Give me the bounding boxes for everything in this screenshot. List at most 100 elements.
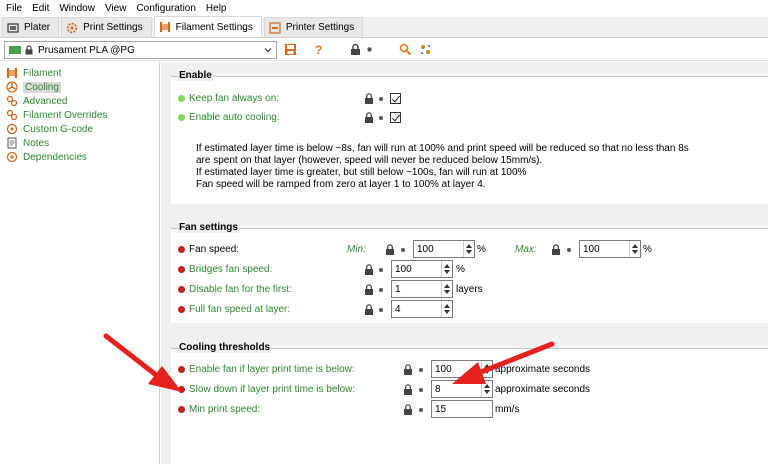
lock-icon[interactable] xyxy=(364,93,374,104)
search-icon[interactable] xyxy=(399,43,412,56)
bullet-icon[interactable] xyxy=(363,43,376,56)
full-fan-speed-stepper[interactable]: 4 xyxy=(391,300,453,318)
sidebar-item-dependencies[interactable]: Dependencies xyxy=(6,150,87,164)
auto-cooling-checkbox[interactable] xyxy=(390,112,401,123)
bullet-icon xyxy=(379,268,383,272)
bridges-fan-stepper[interactable]: 100 xyxy=(391,260,453,278)
layers-unit: layers xyxy=(456,284,483,295)
bullet-icon xyxy=(379,116,383,120)
disable-fan-stepper[interactable]: 1 xyxy=(391,280,453,298)
enable-fan-below-value: 100 xyxy=(435,363,452,375)
sidebar-item-label: Notes xyxy=(23,137,50,149)
fan-speed-label: Fan speed: xyxy=(189,243,240,255)
percent-unit: % xyxy=(477,244,486,255)
mms-unit: mm/s xyxy=(495,404,520,415)
slow-down-below-stepper[interactable]: 8 xyxy=(431,380,493,398)
bullet-icon xyxy=(379,97,383,101)
preset-dropdown[interactable]: Prusament PLA @PG xyxy=(4,41,277,59)
stepper-arrows[interactable] xyxy=(481,361,492,377)
stepper-arrows[interactable] xyxy=(481,381,492,397)
bullet-icon xyxy=(419,368,423,372)
lock-icon[interactable] xyxy=(403,384,413,395)
row-bridges-fan: Bridges fan speed: xyxy=(178,261,272,277)
cooling-description: If estimated layer time is below ~8s, fa… xyxy=(196,143,736,191)
stepper-arrows[interactable] xyxy=(441,281,452,297)
fan-min-label: Min: xyxy=(347,244,366,255)
percent-unit: % xyxy=(456,264,465,275)
lock-icon[interactable] xyxy=(403,404,413,415)
stepper-arrows[interactable] xyxy=(441,261,452,277)
cooling-icon xyxy=(6,81,18,93)
sidebar-item-filament-overrides[interactable]: Filament Overrides xyxy=(6,108,107,122)
fan-max-stepper[interactable]: 100 xyxy=(579,240,641,258)
group-enable: Enable Keep fan always on: Enable auto c… xyxy=(171,70,768,204)
group-title: Enable xyxy=(178,70,213,81)
sidebar-item-cooling[interactable]: Cooling xyxy=(6,80,61,94)
tab-printer-settings[interactable]: Printer Settings xyxy=(263,17,364,37)
sidebar-item-label: Cooling xyxy=(23,81,61,93)
sidebar-item-filament[interactable]: Filament xyxy=(6,66,61,80)
stepper-arrows[interactable] xyxy=(463,241,474,257)
row-fan-speed: Fan speed: xyxy=(178,241,239,257)
save-icon[interactable] xyxy=(284,43,297,56)
settings-sidebar: Filament Cooling Advanced Filament Overr… xyxy=(0,62,160,464)
enable-fan-below-stepper[interactable]: 100 xyxy=(431,360,493,378)
group-title: Cooling thresholds xyxy=(178,342,272,353)
auto-cooling-label: Enable auto cooling: xyxy=(189,111,280,123)
fan-min-value: 100 xyxy=(417,243,434,255)
min-print-speed-field[interactable]: 15 xyxy=(431,400,493,418)
notes-icon xyxy=(7,137,17,149)
advanced-icon xyxy=(6,95,18,107)
lock-icon[interactable] xyxy=(349,43,362,56)
keep-fan-checkbox[interactable] xyxy=(390,93,401,104)
slow-down-below-label: Slow down if layer print time is below: xyxy=(189,383,356,395)
sidebar-item-custom-gcode[interactable]: Custom G-code xyxy=(6,122,93,136)
full-fan-speed-value: 4 xyxy=(395,303,401,315)
group-title: Fan settings xyxy=(178,222,239,233)
compare-icon[interactable] xyxy=(419,43,432,56)
tab-printer-settings-label: Printer Settings xyxy=(285,22,355,33)
lock-icon[interactable] xyxy=(364,304,374,315)
tab-bar: Plater Print Settings Filament Settings … xyxy=(0,16,768,38)
fan-min-stepper[interactable]: 100 xyxy=(413,240,475,258)
menu-view[interactable]: View xyxy=(105,3,127,14)
printer-icon xyxy=(269,21,281,34)
status-dot xyxy=(178,405,185,413)
description-line: If estimated layer time is below ~8s, fa… xyxy=(196,143,689,154)
menu-window[interactable]: Window xyxy=(59,3,95,14)
stepper-arrows[interactable] xyxy=(441,301,452,317)
menu-file[interactable]: File xyxy=(6,3,22,14)
lock-icon[interactable] xyxy=(364,284,374,295)
tab-plater-label: Plater xyxy=(24,22,51,33)
enable-fan-below-label: Enable fan if layer print time is below: xyxy=(189,363,355,375)
help-icon[interactable]: ? xyxy=(312,43,325,56)
menu-help[interactable]: Help xyxy=(206,3,227,14)
group-fan-settings: Fan settings Fan speed: Min: 100 % Max: … xyxy=(171,222,768,323)
tab-print-settings[interactable]: Print Settings xyxy=(61,17,152,37)
bullet-icon xyxy=(401,248,405,252)
status-dot xyxy=(178,365,185,373)
row-keep-fan: Keep fan always on: xyxy=(178,90,279,106)
disable-fan-label: Disable fan for the first: xyxy=(189,283,292,295)
sidebar-item-advanced[interactable]: Advanced xyxy=(6,94,67,108)
bullet-icon xyxy=(419,388,423,392)
gcode-icon xyxy=(6,123,18,135)
tab-plater[interactable]: Plater xyxy=(2,17,60,37)
lock-icon[interactable] xyxy=(364,112,374,123)
menu-edit[interactable]: Edit xyxy=(32,3,49,14)
tab-filament-settings[interactable]: Filament Settings xyxy=(153,16,262,37)
chevron-down-icon xyxy=(264,48,272,53)
lock-icon[interactable] xyxy=(403,364,413,375)
sidebar-item-label: Dependencies xyxy=(23,151,87,163)
lock-icon[interactable] xyxy=(551,244,561,255)
row-disable-fan: Disable fan for the first: xyxy=(178,281,292,297)
lock-icon[interactable] xyxy=(364,264,374,275)
flag-icon xyxy=(9,46,21,54)
row-enable-fan-below: Enable fan if layer print time is below: xyxy=(178,361,355,377)
menu-configuration[interactable]: Configuration xyxy=(136,3,195,14)
spool-icon xyxy=(159,22,170,32)
sidebar-item-notes[interactable]: Notes xyxy=(6,136,49,150)
lock-icon[interactable] xyxy=(385,244,395,255)
stepper-arrows[interactable] xyxy=(629,241,640,257)
plater-icon xyxy=(7,22,19,33)
